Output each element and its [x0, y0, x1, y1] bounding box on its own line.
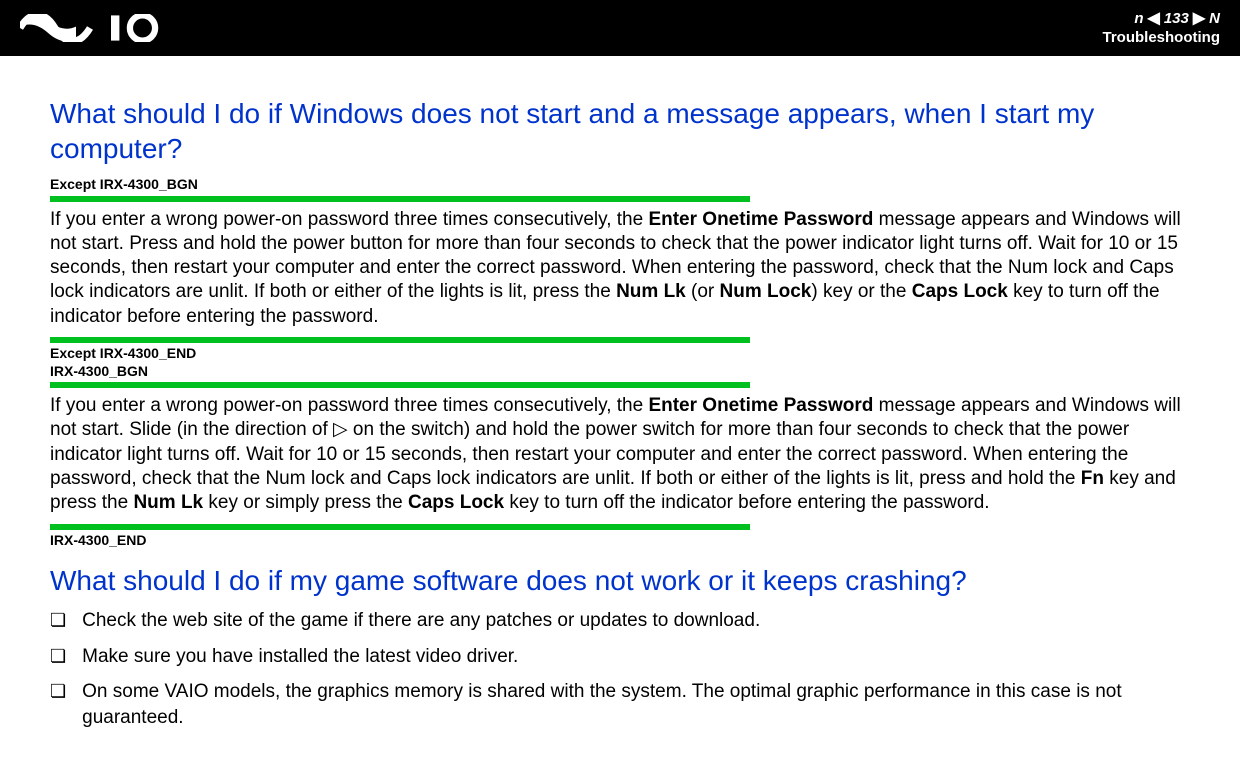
list-item-text: Check the web site of the game if there … [82, 608, 1190, 634]
page-number: 133 [1164, 11, 1189, 28]
bold-text: Num Lk [616, 281, 686, 302]
prev-page-link[interactable]: n [1134, 11, 1143, 28]
list-item: On some VAIO models, the graphics memory… [50, 679, 1190, 730]
arrow-left-icon: ◀ [1148, 10, 1160, 28]
tag-label: IRX-4300_BGN [50, 363, 750, 381]
content: What should I do if Windows does not sta… [0, 56, 1240, 761]
question-1-title: What should I do if Windows does not sta… [50, 96, 1190, 166]
tag-label: IRX-4300_END [50, 532, 750, 550]
tag-label: Except IRX-4300_BGN [50, 176, 750, 194]
text: (or [686, 281, 720, 302]
arrow-right-icon: ▶ [1193, 10, 1205, 28]
section-title: Troubleshooting [1103, 30, 1221, 47]
bold-text: Enter Onetime Password [648, 209, 873, 230]
vaio-logo [20, 14, 181, 42]
question-2-title: What should I do if my game software doe… [50, 563, 1190, 598]
green-bar-icon [50, 196, 750, 202]
list-item-text: On some VAIO models, the graphics memory… [82, 679, 1190, 730]
list-item: Check the web site of the game if there … [50, 608, 1190, 634]
bold-text: Num Lock [720, 281, 812, 302]
tag-block-3: IRX-4300_END [50, 524, 750, 550]
bold-text: Num Lk [133, 492, 203, 513]
text: key to turn off the indicator before ent… [504, 492, 990, 513]
text: key or simply press the [203, 492, 408, 513]
tag-block-2: Except IRX-4300_END IRX-4300_BGN [50, 337, 750, 388]
page-nav: n ◀ 133 ▶ N [1103, 10, 1221, 28]
bold-text: Caps Lock [408, 492, 504, 513]
paragraph-1: If you enter a wrong power-on password t… [50, 208, 1190, 330]
paragraph-2: If you enter a wrong power-on password t… [50, 394, 1190, 516]
tag-block-1: Except IRX-4300_BGN [50, 176, 750, 202]
bold-text: Caps Lock [912, 281, 1008, 302]
vaio-logo-icon [20, 14, 181, 42]
text: If you enter a wrong power-on password t… [50, 209, 648, 230]
list-item: Make sure you have installed the latest … [50, 644, 1190, 670]
header-right: n ◀ 133 ▶ N Troubleshooting [1103, 10, 1221, 46]
green-bar-icon [50, 382, 750, 388]
bullet-list: Check the web site of the game if there … [50, 608, 1190, 731]
green-bar-icon [50, 337, 750, 343]
next-page-link[interactable]: N [1209, 11, 1220, 28]
text: ) key or the [811, 281, 911, 302]
bold-text: Fn [1081, 468, 1104, 489]
text: If you enter a wrong power-on password t… [50, 395, 648, 416]
bold-text: Enter Onetime Password [648, 395, 873, 416]
list-item-text: Make sure you have installed the latest … [82, 644, 1190, 670]
page-header: n ◀ 133 ▶ N Troubleshooting [0, 0, 1240, 56]
tag-label: Except IRX-4300_END [50, 345, 750, 363]
green-bar-icon [50, 524, 750, 530]
